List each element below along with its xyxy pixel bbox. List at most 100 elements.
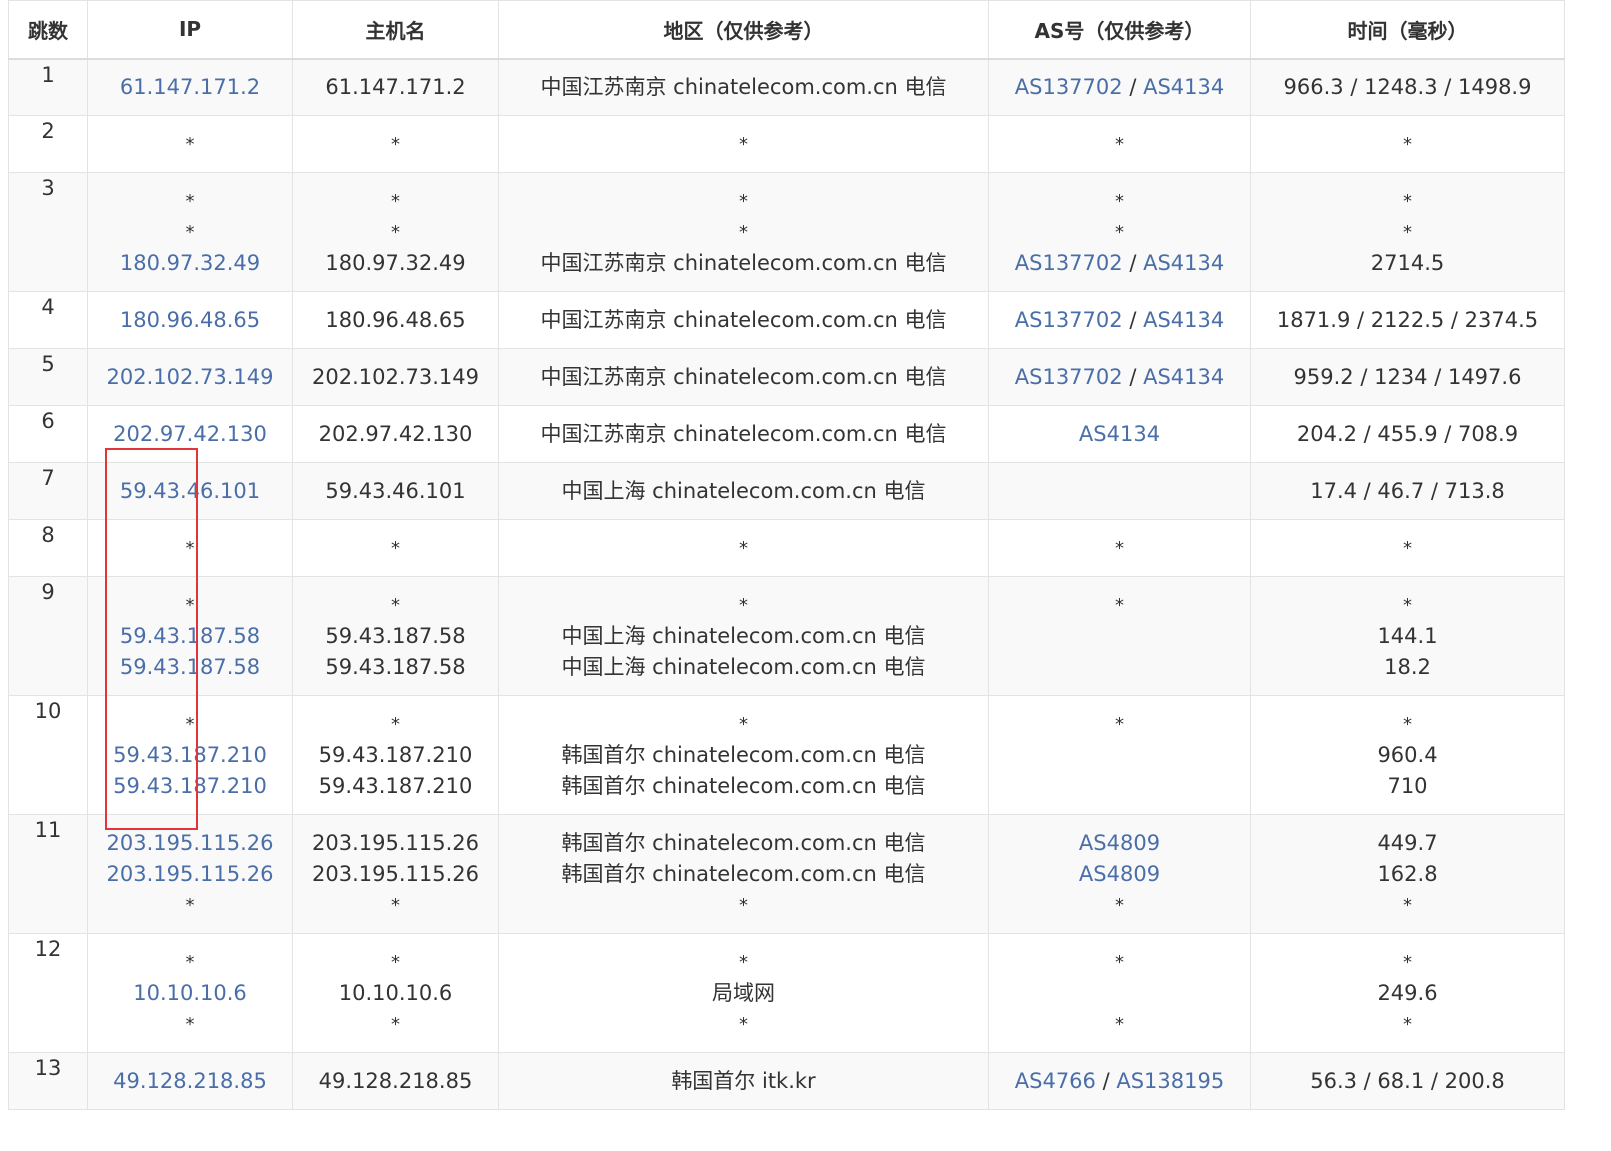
cell-value: 59.43.187.58: [325, 654, 466, 679]
ip-cell: 49.128.218.85: [87, 1052, 293, 1110]
asn-link[interactable]: AS4809: [1079, 862, 1160, 886]
table-header: 跳数 IP 主机名 地区（仅供参考） AS号（仅供参考） 时间（毫秒）: [8, 0, 1565, 60]
asn-line: AS137702 / AS4134: [993, 305, 1246, 336]
ip-link[interactable]: 180.96.48.65: [92, 305, 288, 336]
time-cell: *: [1250, 115, 1565, 173]
hop-number: 3: [41, 176, 55, 200]
hop-number: 1: [41, 62, 55, 87]
time-cell: 959.2 / 1234 / 1497.6: [1250, 348, 1565, 406]
hop-cell: 13: [8, 1052, 88, 1110]
timeout-star: *: [391, 1013, 400, 1035]
asn-link[interactable]: AS4134: [1143, 365, 1224, 389]
ip-link[interactable]: 203.195.115.26: [92, 828, 288, 859]
timeout-star: *: [1115, 1013, 1124, 1035]
asn-link[interactable]: AS4134: [1143, 308, 1224, 332]
timeout-star: *: [1115, 190, 1124, 212]
ip-link[interactable]: 59.43.187.210: [92, 771, 288, 802]
asn-line: [993, 771, 1246, 802]
asn-link[interactable]: AS4766: [1015, 1069, 1096, 1093]
cell-value: 960.4: [1377, 742, 1438, 767]
hostname-cell: 180.96.48.65: [292, 291, 499, 349]
asn-line: AS137702 / AS4134: [993, 248, 1246, 279]
ip-link[interactable]: 59.43.187.58: [92, 652, 288, 683]
header-hostname[interactable]: 主机名: [292, 0, 499, 60]
asn-link[interactable]: AS137702: [1015, 251, 1123, 275]
ip-link[interactable]: 61.147.171.2: [92, 72, 288, 103]
timeout-star: *: [739, 133, 748, 155]
timeout-star: *: [739, 221, 748, 243]
asn-link[interactable]: AS4134: [1143, 251, 1224, 275]
cell-value: 202.97.42.130: [318, 421, 473, 446]
header-region[interactable]: 地区（仅供参考）: [498, 0, 989, 60]
header-time[interactable]: 时间（毫秒）: [1250, 0, 1565, 60]
header-row: 跳数 IP 主机名 地区（仅供参考） AS号（仅供参考） 时间（毫秒）: [8, 0, 1565, 60]
hop-number: 8: [41, 523, 55, 547]
timeout-star: *: [739, 537, 748, 559]
hop-cell: 8: [8, 519, 88, 577]
cell-value: 1871.9 / 2122.5 / 2374.5: [1276, 307, 1539, 332]
cell-value: 中国上海 chinatelecom.com.cn 电信: [561, 654, 926, 679]
time-cell: 17.4 / 46.7 / 713.8: [1250, 462, 1565, 520]
time-cell: * * 2714.5: [1250, 172, 1565, 292]
cell-value: 韩国首尔 chinatelecom.com.cn 电信: [561, 861, 926, 886]
asn-line: [993, 476, 1246, 507]
timeout-star: *: [391, 190, 400, 212]
asn-cell: *: [988, 115, 1251, 173]
table-row: 13 49.128.218.85 49.128.218.85 韩国首尔 itk.kr A…: [8, 1052, 1565, 1110]
asn-link[interactable]: AS137702: [1015, 75, 1123, 99]
ip-link[interactable]: 202.102.73.149: [92, 362, 288, 393]
table-row: 2 * * * * *: [8, 115, 1565, 173]
cell-value: 中国江苏南京 chinatelecom.com.cn 电信: [540, 364, 947, 389]
asn-link[interactable]: AS138195: [1116, 1069, 1224, 1093]
hostname-cell: 203.195.115.26 203.195.115.26 *: [292, 814, 499, 934]
ip-link[interactable]: 59.43.187.210: [92, 740, 288, 771]
ip-link[interactable]: 59.43.187.58: [92, 621, 288, 652]
asn-line: AS4134: [993, 419, 1246, 450]
cell-value: 144.1: [1377, 623, 1438, 648]
asn-link[interactable]: AS137702: [1015, 308, 1123, 332]
timeout-star: *: [391, 951, 400, 973]
table-row: 12 * 10.10.10.6 * * 10.10.10.6 * * 局域网 * * * * 249.6…: [8, 933, 1565, 1053]
hop-number: 4: [41, 295, 55, 319]
timeout-star: *: [185, 951, 195, 973]
asn-cell: AS4809 AS4809 *: [988, 814, 1251, 934]
time-cell: 449.7 162.8 *: [1250, 814, 1565, 934]
ip-cell: 180.96.48.65: [87, 291, 293, 349]
timeout-star: *: [1115, 537, 1124, 559]
region-cell: * 中国上海 chinatelecom.com.cn 电信 中国上海 chinate…: [498, 576, 989, 696]
timeout-star: *: [185, 221, 195, 243]
ip-link[interactable]: 49.128.218.85: [92, 1066, 288, 1097]
asn-link[interactable]: AS137702: [1015, 365, 1123, 389]
hop-number: 9: [41, 580, 55, 604]
header-hop[interactable]: 跳数: [8, 0, 88, 60]
hop-cell: 10: [8, 695, 88, 815]
timeout-star: *: [1403, 221, 1412, 243]
ip-cell: * 59.43.187.58 59.43.187.58: [87, 576, 293, 696]
ip-cell: 59.43.46.101: [87, 462, 293, 520]
table-row: 9 * 59.43.187.58 59.43.187.58 * 59.43.187.58 5…: [8, 576, 1565, 696]
table-row: 5 202.102.73.149 202.102.73.149 中国江苏南京 chin…: [8, 348, 1565, 406]
ip-link[interactable]: 59.43.46.101: [92, 476, 288, 507]
cell-value: 59.43.187.210: [318, 742, 473, 767]
ip-link[interactable]: 10.10.10.6: [92, 978, 288, 1009]
cell-value: 204.2 / 455.9 / 708.9: [1296, 421, 1519, 446]
hop-cell: 11: [8, 814, 88, 934]
time-cell: * 249.6 *: [1250, 933, 1565, 1053]
ip-link[interactable]: 202.97.42.130: [92, 419, 288, 450]
header-ip[interactable]: IP: [87, 0, 293, 60]
asn-link[interactable]: AS4809: [1079, 831, 1160, 855]
cell-value: 162.8: [1377, 861, 1438, 886]
hop-cell: 7: [8, 462, 88, 520]
header-asn[interactable]: AS号（仅供参考）: [988, 0, 1251, 60]
cell-value: 中国上海 chinatelecom.com.cn 电信: [561, 623, 926, 648]
cell-value: 韩国首尔 chinatelecom.com.cn 电信: [561, 773, 926, 798]
cell-value: 203.195.115.26: [312, 830, 479, 855]
asn-link[interactable]: AS4134: [1079, 422, 1160, 446]
asn-link[interactable]: AS4134: [1143, 75, 1224, 99]
ip-link[interactable]: 203.195.115.26: [92, 859, 288, 890]
hop-cell: 5: [8, 348, 88, 406]
cell-value: 17.4 / 46.7 / 713.8: [1310, 478, 1505, 503]
region-cell: * 韩国首尔 chinatelecom.com.cn 电信 韩国首尔 chinate…: [498, 695, 989, 815]
cell-value: 59.43.187.58: [325, 623, 466, 648]
ip-link[interactable]: 180.97.32.49: [92, 248, 288, 279]
